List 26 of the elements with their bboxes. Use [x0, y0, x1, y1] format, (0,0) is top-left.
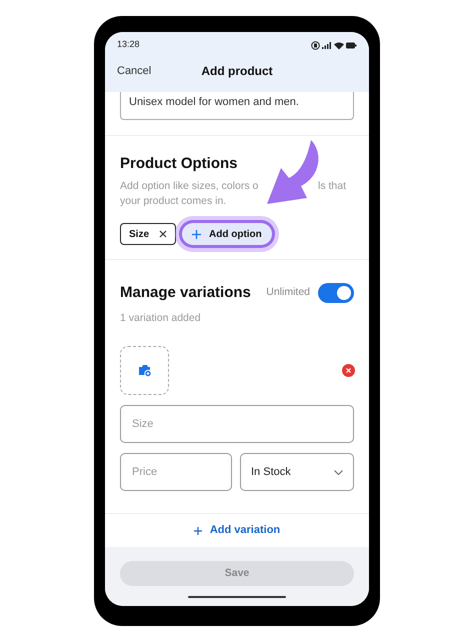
price-field[interactable]: Price	[120, 453, 232, 492]
hint-text: ls that	[318, 179, 346, 194]
add-variation-button[interactable]: Add variation	[194, 522, 280, 539]
plus-icon	[194, 526, 202, 534]
page-title: Add product	[201, 63, 273, 80]
size-field[interactable]: Size	[120, 405, 354, 444]
add-photo-icon	[138, 364, 152, 378]
section-title: Manage variations	[120, 283, 251, 303]
status-time: 13:28	[117, 38, 140, 52]
description-field[interactable]: Unisex model for women and men.	[120, 92, 354, 120]
stock-dropdown[interactable]: In Stock	[240, 453, 354, 492]
chevron-down-icon	[334, 470, 343, 475]
hint-text: your product comes in.	[120, 194, 228, 209]
cancel-button[interactable]: Cancel	[117, 62, 152, 80]
variation-count: 1 variation added	[120, 310, 202, 326]
status-icons	[311, 40, 357, 50]
photo-upload-button[interactable]	[120, 346, 169, 396]
close-icon[interactable]	[159, 230, 168, 238]
toggle-label: Unlimited	[266, 285, 310, 300]
section-title: Product Options	[120, 154, 238, 174]
add-option-button[interactable]: Add option	[182, 223, 272, 245]
plus-icon	[192, 230, 202, 238]
toggle-switch[interactable]	[318, 283, 354, 304]
option-chip[interactable]: Size	[120, 223, 176, 245]
remove-icon[interactable]	[342, 364, 355, 378]
hint-text: Add option like sizes, colors o	[120, 179, 258, 194]
